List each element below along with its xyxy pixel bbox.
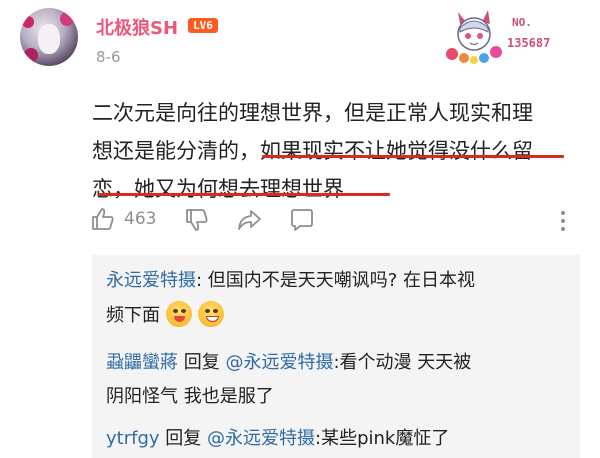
reply-author[interactable]: 蝨鼺蠻蔣 bbox=[106, 352, 178, 373]
reply-text: :某些pink魔怔了 bbox=[315, 428, 450, 449]
grin-emoji-icon bbox=[197, 301, 224, 327]
comment-line-2: 想还是能分清的，如果现实不让她觉得没什么留 bbox=[92, 132, 578, 170]
comment-line-2-underlined: 如果现实不让她觉得没什么留 bbox=[260, 139, 533, 163]
fan-badge-number: 135687 bbox=[507, 36, 551, 50]
thumbs-up-icon[interactable] bbox=[90, 206, 116, 232]
reply-target[interactable]: @永远爱特摄 bbox=[225, 352, 333, 373]
level-badge: LV6 bbox=[188, 18, 218, 33]
comment-line-1: 二次元是向往的理想世界，但是正常人现实和理 bbox=[92, 101, 533, 125]
replies-panel: 永远爱特摄: 但国内不是天天嘲讽吗? 在日本视 频下面 蝨鼺蠻蔣 回复 @永远爱… bbox=[92, 255, 580, 458]
action-bar: 463 bbox=[0, 205, 600, 237]
reply-1-line-1[interactable]: 永远爱特摄: 但国内不是天天嘲讽吗? 在日本视 bbox=[106, 265, 475, 297]
reply-text: :看个动漫 天天被 bbox=[333, 352, 472, 373]
user-avatar[interactable] bbox=[20, 8, 78, 66]
reply-1-line-2: 频下面 bbox=[106, 300, 230, 332]
like-count: 463 bbox=[124, 209, 157, 229]
underline-2 bbox=[98, 193, 390, 196]
reply-3-line-1[interactable]: ytrfgy 回复 @永远爱特摄:某些pink魔怔了 bbox=[106, 423, 449, 455]
reply-word: 回复 bbox=[165, 428, 202, 449]
share-icon[interactable] bbox=[236, 207, 262, 233]
thumbs-down-icon[interactable] bbox=[184, 207, 210, 233]
comment-line-3-underlined: 恋，她又为何想去理想世界 bbox=[92, 177, 344, 201]
reply-2-line-2: 阴阳怪气 我也是服了 bbox=[106, 381, 274, 413]
fan-badge-no: NO. bbox=[512, 16, 532, 29]
reply-comment-icon[interactable] bbox=[289, 207, 315, 233]
reply-author[interactable]: 永远爱特摄 bbox=[106, 270, 196, 291]
reply-text: 频下面 bbox=[106, 305, 160, 326]
reply-author[interactable]: ytrfgy bbox=[106, 428, 160, 449]
fan-badge-character-icon bbox=[446, 10, 502, 64]
post-date: 8-6 bbox=[96, 48, 121, 66]
underline-1 bbox=[262, 155, 564, 158]
more-options-icon[interactable] bbox=[559, 209, 567, 233]
reply-2-line-1[interactable]: 蝨鼺蠻蔣 回复 @永远爱特摄:看个动漫 天天被 bbox=[106, 347, 471, 379]
reply-target[interactable]: @永远爱特摄 bbox=[207, 428, 315, 449]
reply-text: 阴阳怪气 我也是服了 bbox=[106, 386, 274, 407]
username[interactable]: 北极狼SH bbox=[96, 14, 178, 40]
tongue-emoji-icon bbox=[165, 301, 192, 327]
reply-word: 回复 bbox=[183, 352, 220, 373]
comment-text: 二次元是向往的理想世界，但是正常人现实和理 想还是能分清的，如果现实不让她觉得没… bbox=[92, 94, 578, 208]
reply-text: : 但国内不是天天嘲讽吗? 在日本视 bbox=[196, 270, 476, 291]
comment-line-2-plain: 想还是能分清的， bbox=[92, 139, 260, 163]
